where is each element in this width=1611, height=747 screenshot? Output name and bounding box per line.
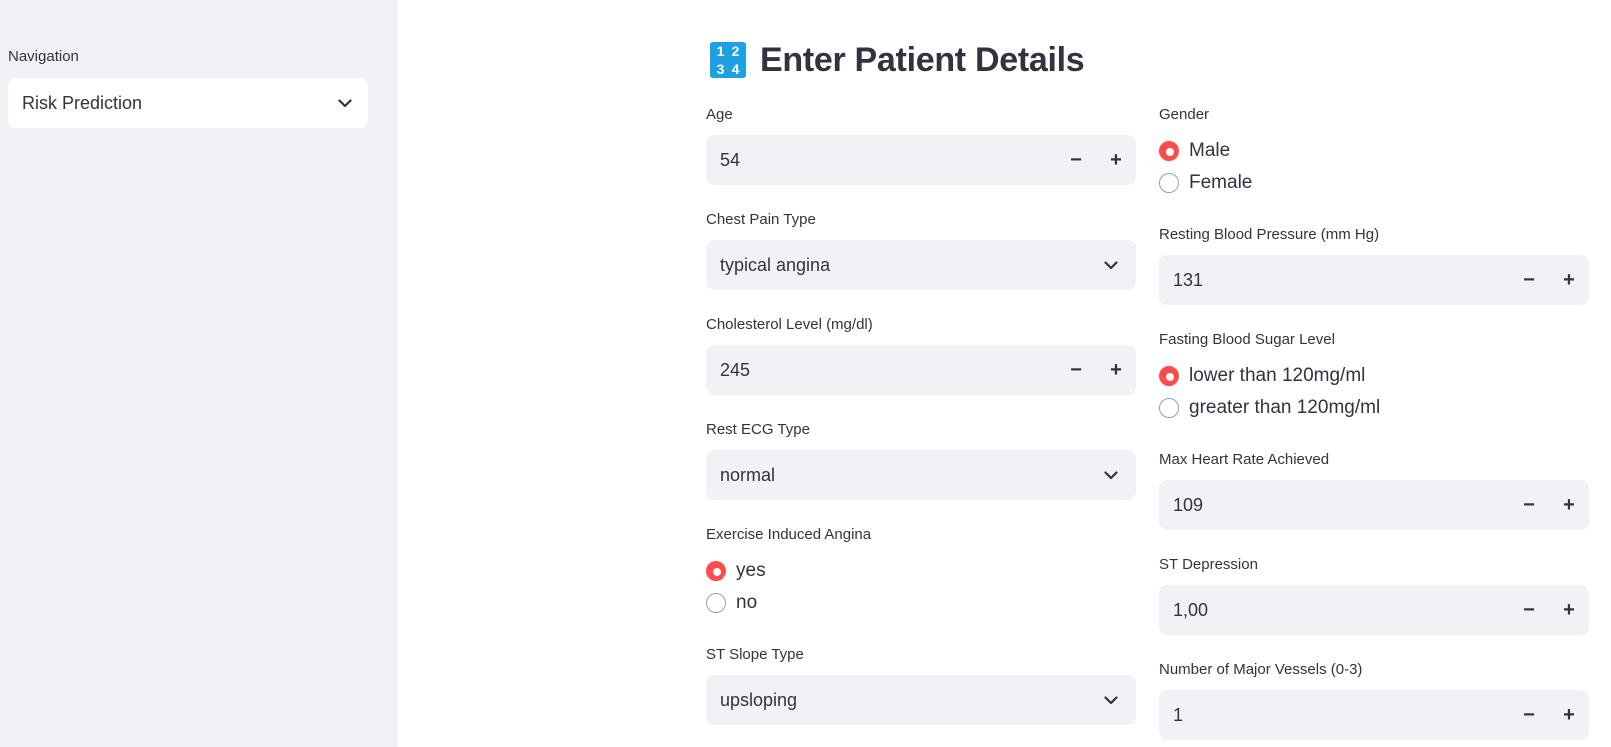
exang-option-no[interactable]: no (706, 592, 757, 614)
resting-bp-field: Resting Blood Pressure (mm Hg) 131 − + (1159, 225, 1589, 305)
gender-field: Gender Male Female (1159, 105, 1589, 200)
cholesterol-field: Cholesterol Level (mg/dl) 245 − + (706, 315, 1136, 395)
st-slope-value: upsloping (720, 689, 798, 710)
radio-selected-icon (1159, 141, 1179, 161)
st-slope-label: ST Slope Type (706, 646, 804, 663)
input-numbers-icon: 12 34 (710, 42, 746, 78)
navigation-select-value: Risk Prediction (22, 92, 143, 113)
resting-bp-value: 131 (1173, 269, 1204, 290)
vessels-field: Number of Major Vessels (0-3) 1 − + (1159, 660, 1589, 740)
chest-pain-value: typical angina (720, 254, 831, 275)
exang-label: Exercise Induced Angina (706, 526, 872, 543)
resting-bp-decrement-button[interactable]: − (1509, 255, 1549, 305)
rest-ecg-field: Rest ECG Type normal (706, 420, 1136, 500)
gender-option-female-label: Female (1189, 172, 1253, 193)
chevron-down-icon (1104, 260, 1118, 270)
chevron-down-icon (338, 98, 352, 108)
st-slope-select[interactable]: upsloping (706, 675, 1136, 725)
age-field: Age 54 − + (706, 105, 1136, 185)
cholesterol-label: Cholesterol Level (mg/dl) (706, 316, 873, 333)
fbs-option-lower[interactable]: lower than 120mg/ml (1159, 365, 1365, 387)
vessels-increment-button[interactable]: + (1549, 690, 1589, 740)
fbs-field: Fasting Blood Sugar Level lower than 120… (1159, 330, 1589, 425)
max-hr-number-input[interactable]: 109 − + (1159, 480, 1589, 530)
st-slope-field: ST Slope Type upsloping (706, 645, 1136, 725)
gender-option-female[interactable]: Female (1159, 172, 1252, 194)
page-title: 12 34 Enter Patient Details (710, 38, 1085, 82)
radio-unselected-icon (1159, 173, 1179, 193)
radio-unselected-icon (1159, 398, 1179, 418)
gender-label: Gender (1159, 106, 1210, 123)
navigation-label: Navigation (8, 48, 79, 65)
max-hr-value: 109 (1173, 494, 1204, 515)
exang-option-no-label: no (736, 592, 758, 613)
exang-option-yes-label: yes (736, 560, 766, 581)
rest-ecg-select[interactable]: normal (706, 450, 1136, 500)
cholesterol-increment-button[interactable]: + (1096, 345, 1136, 395)
radio-selected-icon (1159, 366, 1179, 386)
rest-ecg-label: Rest ECG Type (706, 421, 810, 438)
fbs-option-greater[interactable]: greater than 120mg/ml (1159, 397, 1380, 419)
fbs-option-lower-label: lower than 120mg/ml (1189, 365, 1366, 386)
max-hr-field: Max Heart Rate Achieved 109 − + (1159, 450, 1589, 530)
st-depression-value: 1,00 (1173, 599, 1209, 620)
age-decrement-button[interactable]: − (1056, 135, 1096, 185)
page-title-text: Enter Patient Details (760, 40, 1085, 79)
navigation-select[interactable]: Risk Prediction (8, 78, 368, 128)
gender-option-male-label: Male (1189, 140, 1231, 161)
max-hr-increment-button[interactable]: + (1549, 480, 1589, 530)
chevron-down-icon (1104, 470, 1118, 480)
st-depression-field: ST Depression 1,00 − + (1159, 555, 1589, 635)
vessels-number-input[interactable]: 1 − + (1159, 690, 1589, 740)
age-value: 54 (720, 149, 741, 170)
max-hr-decrement-button[interactable]: − (1509, 480, 1549, 530)
exang-field: Exercise Induced Angina yes no (706, 525, 1136, 620)
radio-selected-icon (706, 561, 726, 581)
cholesterol-number-input[interactable]: 245 − + (706, 345, 1136, 395)
vessels-value: 1 (1173, 704, 1184, 725)
gender-option-male[interactable]: Male (1159, 140, 1230, 162)
age-number-input[interactable]: 54 − + (706, 135, 1136, 185)
resting-bp-number-input[interactable]: 131 − + (1159, 255, 1589, 305)
cholesterol-value: 245 (720, 359, 751, 380)
st-depression-number-input[interactable]: 1,00 − + (1159, 585, 1589, 635)
sidebar: Navigation Risk Prediction (0, 0, 398, 747)
vessels-decrement-button[interactable]: − (1509, 690, 1549, 740)
st-depression-increment-button[interactable]: + (1549, 585, 1589, 635)
resting-bp-increment-button[interactable]: + (1549, 255, 1589, 305)
st-depression-label: ST Depression (1159, 556, 1258, 573)
fbs-label: Fasting Blood Sugar Level (1159, 331, 1335, 348)
chest-pain-label: Chest Pain Type (706, 211, 816, 228)
chevron-down-icon (1104, 695, 1118, 705)
age-increment-button[interactable]: + (1096, 135, 1136, 185)
st-depression-decrement-button[interactable]: − (1509, 585, 1549, 635)
max-hr-label: Max Heart Rate Achieved (1159, 451, 1330, 468)
resting-bp-label: Resting Blood Pressure (mm Hg) (1159, 226, 1380, 243)
radio-unselected-icon (706, 593, 726, 613)
age-label: Age (706, 106, 733, 123)
cholesterol-decrement-button[interactable]: − (1056, 345, 1096, 395)
rest-ecg-value: normal (720, 464, 776, 485)
fbs-option-greater-label: greater than 120mg/ml (1189, 397, 1381, 418)
chest-pain-field: Chest Pain Type typical angina (706, 210, 1136, 290)
chest-pain-select[interactable]: typical angina (706, 240, 1136, 290)
exang-option-yes[interactable]: yes (706, 560, 766, 582)
vessels-label: Number of Major Vessels (0-3) (1159, 661, 1363, 678)
